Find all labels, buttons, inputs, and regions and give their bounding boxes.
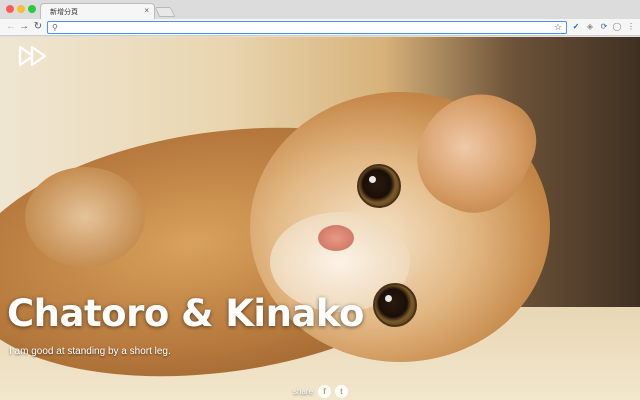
forward-icon[interactable]: →	[18, 21, 30, 33]
window-minimize-button[interactable]	[17, 5, 25, 13]
bookmark-star-icon[interactable]: ☆	[554, 22, 562, 33]
eye-glint	[385, 295, 392, 302]
twitter-icon: t	[340, 386, 343, 396]
extension-sync-icon[interactable]: ⟳	[599, 22, 609, 32]
cat-photo-paw	[25, 167, 145, 267]
cat-photo-eye	[357, 164, 401, 208]
page-tagline: I am good at standing by a short leg.	[9, 346, 171, 357]
tab-close-icon[interactable]: ×	[144, 6, 149, 16]
extension-v-icon[interactable]: ✓	[571, 22, 581, 32]
twitter-share-button[interactable]: t	[335, 384, 349, 398]
window-maximize-button[interactable]	[28, 5, 36, 13]
tab-title: 新增分頁	[50, 8, 78, 16]
back-icon[interactable]: ←	[5, 21, 17, 33]
new-tab-button[interactable]	[154, 7, 176, 17]
address-bar[interactable]: ⚲ ☆	[47, 21, 567, 34]
tab-bar: 新增分頁 ×	[0, 0, 640, 19]
facebook-icon: f	[323, 386, 326, 396]
share-label: share	[293, 386, 314, 396]
extension-circle-icon[interactable]: ◯	[612, 22, 622, 32]
window-close-button[interactable]	[6, 5, 14, 13]
cat-photo-nose	[318, 225, 354, 251]
new-tab-page: Chatoro & Kinako I am good at standing b…	[0, 37, 640, 400]
facebook-share-button[interactable]: f	[318, 384, 332, 398]
eye-glint	[369, 176, 376, 183]
browser-toolbar: ← → ↻ ⚲ ☆ ✓ ◈ ⟳ ◯ ⋮	[0, 19, 640, 36]
reload-icon[interactable]: ↻	[32, 21, 44, 33]
browser-tab[interactable]: 新增分頁 ×	[40, 3, 155, 19]
page-headline: Chatoro & Kinako	[7, 292, 364, 335]
extension-layers-icon[interactable]: ◈	[585, 22, 595, 32]
fast-forward-icon[interactable]	[18, 45, 50, 67]
cat-photo-eye	[373, 283, 417, 327]
search-icon: ⚲	[52, 23, 58, 32]
menu-dots-icon[interactable]: ⋮	[626, 22, 636, 32]
share-bar: share f t	[293, 383, 352, 399]
